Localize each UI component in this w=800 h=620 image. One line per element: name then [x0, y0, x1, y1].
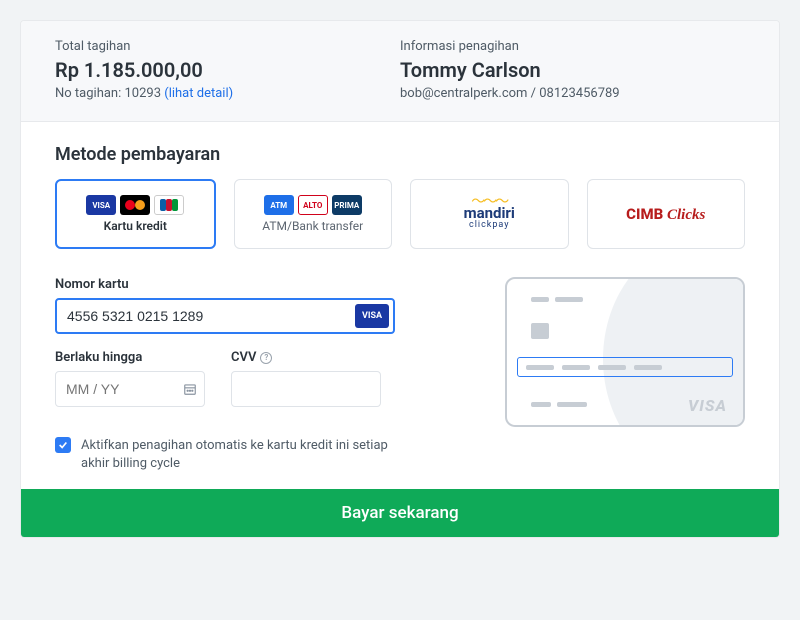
- card-form-fields: Nomor kartu VISA Berlaku hingga: [55, 277, 395, 473]
- alto-icon: ALTO: [298, 195, 328, 215]
- billing-info-label: Informasi penagihan: [400, 39, 745, 54]
- cimb-name-b: Clicks: [667, 207, 705, 223]
- card-illustration-number-row: [517, 357, 733, 377]
- invoice-number: 10293: [124, 86, 161, 101]
- card-illustration-brand: VISA: [688, 396, 727, 415]
- prima-icon: PRIMA: [332, 195, 362, 215]
- card-illustration: VISA: [505, 277, 745, 427]
- invoice-detail-link[interactable]: (lihat detail): [164, 86, 233, 101]
- mandiri-sub: clickpay: [464, 220, 515, 230]
- calendar-icon[interactable]: [183, 381, 197, 400]
- billing-name: Tommy Carlson: [400, 58, 745, 82]
- total-amount: Rp 1.185.000,00: [55, 58, 400, 82]
- cvv-input[interactable]: [231, 371, 381, 407]
- mandiri-logo: 〜〜〜 mandiri clickpay: [464, 198, 515, 230]
- billing-contact: bob@centralperk.com / 08123456789: [400, 86, 745, 101]
- pay-now-button[interactable]: Bayar sekarang: [21, 489, 779, 537]
- auto-billing-checkbox[interactable]: [55, 437, 71, 453]
- help-icon[interactable]: ?: [260, 352, 272, 364]
- card-number-label: Nomor kartu: [55, 277, 395, 292]
- atm-logos: ATM ALTO PRIMA: [264, 195, 362, 215]
- cimb-name-a: CIMB: [626, 205, 663, 223]
- method-atm-transfer[interactable]: ATM ALTO PRIMA ATM/Bank transfer: [234, 179, 393, 249]
- billing-info-block: Informasi penagihan Tommy Carlson bob@ce…: [400, 39, 745, 101]
- method-atm-label: ATM/Bank transfer: [262, 219, 363, 233]
- auto-billing-text: Aktifkan penagihan otomatis ke kartu kre…: [81, 437, 395, 473]
- jcb-icon: [154, 195, 184, 215]
- invoice-line: No tagihan: 10293 (lihat detail): [55, 86, 400, 101]
- card-brand-badge: VISA: [355, 304, 389, 328]
- auto-billing-row: Aktifkan penagihan otomatis ke kartu kre…: [55, 437, 395, 473]
- card-number-input[interactable]: [55, 298, 395, 334]
- atm-bersama-icon: ATM: [264, 195, 294, 215]
- mandiri-name: mandiri: [464, 206, 515, 220]
- methods-title: Metode pembayaran: [55, 144, 745, 165]
- total-block: Total tagihan Rp 1.185.000,00 No tagihan…: [55, 39, 400, 101]
- total-label: Total tagihan: [55, 39, 400, 54]
- card-form: Nomor kartu VISA Berlaku hingga: [55, 277, 745, 473]
- visa-icon: VISA: [86, 195, 116, 215]
- cimb-logo: CIMB Clicks: [626, 205, 705, 224]
- card-number-wrap: VISA: [55, 298, 395, 334]
- invoice-prefix: No tagihan:: [55, 86, 124, 101]
- method-credit-label: Kartu kredit: [104, 219, 167, 233]
- card-preview-wrap: VISA: [425, 277, 745, 473]
- payment-card: Total tagihan Rp 1.185.000,00 No tagihan…: [20, 20, 780, 538]
- mastercard-icon: [120, 195, 150, 215]
- payment-methods: VISA Kartu kredit ATM ALTO PRIMA ATM/Ban…: [55, 179, 745, 249]
- payment-body: Metode pembayaran VISA Kartu kredit ATM …: [21, 122, 779, 489]
- method-credit-card[interactable]: VISA Kartu kredit: [55, 179, 216, 249]
- method-cimb-clicks[interactable]: CIMB Clicks: [587, 179, 746, 249]
- billing-header: Total tagihan Rp 1.185.000,00 No tagihan…: [21, 21, 779, 122]
- method-mandiri-clickpay[interactable]: 〜〜〜 mandiri clickpay: [410, 179, 569, 249]
- credit-card-logos: VISA: [86, 195, 184, 215]
- expiry-label: Berlaku hingga: [55, 350, 205, 365]
- cvv-label: CVV ?: [231, 350, 381, 365]
